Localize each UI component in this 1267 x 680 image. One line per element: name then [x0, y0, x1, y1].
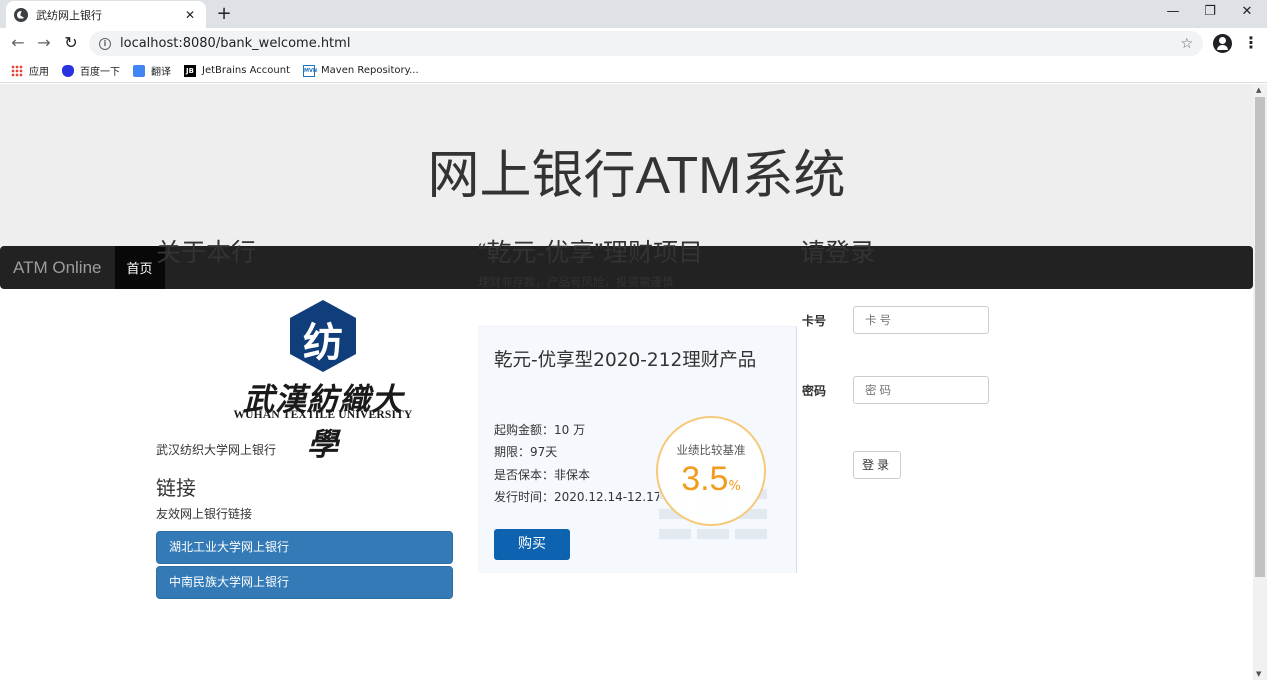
browser-toolbar: ← → ↻ i localhost:8080/bank_welcome.html… — [0, 28, 1267, 59]
link-scuec-bank[interactable]: 中南民族大学网上银行 — [156, 566, 453, 599]
globe-icon — [14, 7, 28, 22]
card-number-input[interactable] — [853, 306, 989, 334]
bookmark-label: JetBrains Account — [202, 65, 291, 76]
minimize-icon[interactable]: — — [1158, 4, 1188, 19]
translate-icon — [133, 64, 145, 77]
fact-principal-guarantee: 是否保本：非保本 — [494, 467, 591, 482]
bookmark-label: Maven Repository... — [321, 65, 419, 76]
window-close-icon[interactable]: ✕ — [1232, 4, 1262, 19]
vertical-scrollbar[interactable]: ▲ ▼ — [1253, 84, 1267, 680]
buy-button[interactable]: 购买 — [494, 529, 570, 560]
navbar-brand[interactable]: ATM Online — [0, 246, 115, 289]
fact-issue-date: 发行时间：2020.12.14-12.17 — [494, 489, 662, 504]
scroll-up-arrow-icon[interactable]: ▲ — [1256, 86, 1261, 94]
tab-title: 武纺网上银行 — [36, 8, 102, 22]
new-tab-icon[interactable]: + — [214, 3, 234, 24]
fact-min-purchase: 起购金额：10 万 — [494, 423, 586, 437]
bookmark-label: 应用 — [29, 67, 49, 78]
bookmark-label: 翻译 — [151, 67, 171, 78]
scrollbar-thumb[interactable] — [1255, 97, 1265, 577]
password-input[interactable] — [853, 376, 989, 404]
logo-glyph: 纺 — [303, 319, 343, 366]
product-card: 乾元-优享型2020-212理财产品 起购金额：10 万 期限：97天 是否保本… — [478, 326, 797, 573]
rate-label: 业绩比较基准 — [676, 443, 746, 457]
rate-unit: % — [728, 479, 741, 494]
bookmark-label: 百度一下 — [80, 67, 120, 78]
bookmark-jetbrains[interactable]: JB JetBrains Account — [184, 64, 291, 77]
apps-icon — [11, 64, 23, 77]
product-heading: “乾元-优享”理财项目 — [478, 239, 703, 267]
address-bar[interactable]: i localhost:8080/bank_welcome.html ☆ — [89, 31, 1203, 56]
product-name: 乾元-优享型2020-212理财产品 — [494, 350, 757, 371]
browser-menu-icon[interactable]: ⋮ — [1243, 33, 1259, 52]
restore-icon[interactable]: ❐ — [1195, 4, 1225, 19]
link-hbut-bank[interactable]: 湖北工业大学网上银行 — [156, 531, 453, 564]
product-column: “乾元-优享”理财项目 理财非存款，产品有风险，投资需谨慎 乾元-优享型2020… — [478, 233, 798, 573]
page-title: 网上银行ATM系统 — [427, 146, 846, 205]
risk-notice: 理财非存款，产品有风险，投资需谨慎 — [478, 275, 674, 289]
reload-icon[interactable]: ↻ — [61, 33, 81, 52]
bookmarks-bar: 应用 百度一下 翻译 JB JetBrains Account MVN Mave… — [0, 59, 1267, 83]
page-header: 网上银行ATM系统 — [0, 84, 1253, 246]
baidu-icon — [62, 64, 74, 77]
product-facts: 起购金额：10 万 期限：97天 是否保本：非保本 发行时间：2020.12.1… — [494, 419, 661, 508]
university-logo: 纺 武漢紡織大學 WUHAN TEXTILE UNIVERSITY — [228, 300, 418, 463]
card-label: 卡号 — [802, 313, 827, 328]
bookmark-maven[interactable]: MVN Maven Repository... — [303, 64, 419, 77]
links-subtitle: 友效网上银行链接 — [156, 507, 253, 521]
card-row: 卡号 — [802, 306, 989, 334]
forward-arrow-icon[interactable]: → — [34, 33, 54, 52]
rate-value: 3.5% — [658, 460, 764, 499]
rate-number: 3.5 — [681, 460, 729, 498]
logo-english-name: WUHAN TEXTILE UNIVERSITY — [233, 409, 413, 421]
login-heading: 请登录 — [800, 239, 876, 267]
login-button[interactable]: 登录 — [853, 451, 901, 479]
url-text[interactable]: localhost:8080/bank_welcome.html — [120, 36, 1180, 51]
bookmark-star-icon[interactable]: ☆ — [1180, 36, 1193, 52]
maven-icon: MVN — [303, 64, 317, 77]
browser-tab-strip: 武纺网上银行 ✕ + — ❐ ✕ — [0, 0, 1267, 28]
about-heading: 关于本行 — [156, 239, 257, 267]
benchmark-rate-badge: 业绩比较基准 3.5% — [656, 416, 766, 526]
page-viewport: 网上银行ATM系统 ATM Online 首页 关于本行 纺 武漢紡織大學 WU… — [0, 84, 1267, 680]
bookmark-translate[interactable]: 翻译 — [133, 63, 171, 78]
bookmark-baidu[interactable]: 百度一下 — [62, 63, 120, 78]
profile-icon[interactable] — [1213, 34, 1232, 53]
close-tab-icon[interactable]: ✕ — [182, 8, 198, 22]
login-column: 请登录 卡号 密码 登录 — [800, 233, 1060, 479]
browser-tab[interactable]: 武纺网上银行 ✕ — [6, 1, 206, 28]
fact-term: 期限：97天 — [494, 445, 558, 460]
bookmark-apps[interactable]: 应用 — [11, 63, 49, 78]
about-column: 关于本行 纺 武漢紡織大學 WUHAN TEXTILE UNIVERSITY 武… — [156, 233, 453, 599]
links-heading: 链接 — [156, 478, 196, 500]
password-label: 密码 — [802, 383, 827, 398]
back-arrow-icon[interactable]: ← — [8, 33, 28, 52]
scroll-down-arrow-icon[interactable]: ▼ — [1256, 670, 1261, 678]
password-row: 密码 — [802, 376, 989, 404]
info-icon[interactable]: i — [99, 37, 111, 50]
jetbrains-icon: JB — [184, 64, 196, 77]
